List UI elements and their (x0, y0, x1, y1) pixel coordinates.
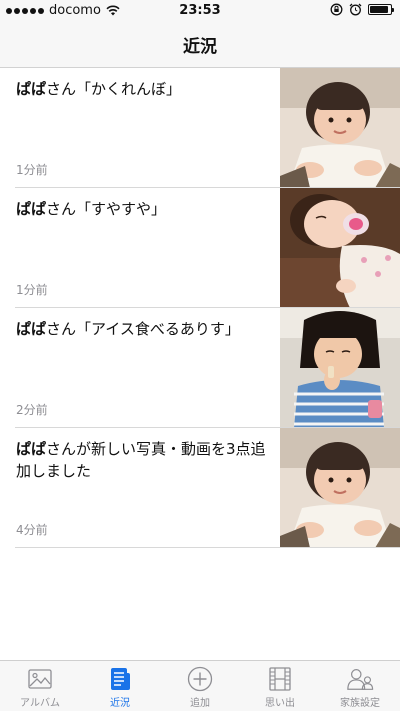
tab-memories-label: 思い出 (265, 698, 295, 709)
alarm-icon (349, 3, 362, 16)
feed-item-text: ぱぱさん「かくれんぼ」 (16, 78, 271, 100)
photo-album-icon (26, 666, 54, 692)
tab-newsfeed[interactable]: 近況 (80, 661, 160, 711)
family-people-icon (346, 666, 374, 692)
feed-item-text: ぱぱさん「アイス食べるありす」 (16, 318, 271, 340)
tab-bar: アルバム 近況 追加 思い出 家族設定 (0, 660, 400, 711)
girl-eating-ice-cream-photo[interactable] (280, 308, 400, 428)
baby-with-pacifier-photo[interactable] (280, 188, 400, 308)
navigation-bar: 近況 (0, 22, 400, 68)
tab-album[interactable]: アルバム (0, 661, 80, 711)
feed-item[interactable]: ぱぱさん「かくれんぼ」 1分前 (0, 68, 400, 188)
plus-circle-icon (186, 666, 214, 692)
status-bar: docomo 23:53 (0, 0, 400, 22)
status-bar-right (330, 3, 394, 16)
feed-item-message: さんが新しい写真・動画を3点追加しました (16, 440, 266, 480)
feed-item-author: ぱぱ (16, 320, 47, 338)
feed-item-author: ぱぱ (16, 440, 47, 458)
feed-item[interactable]: ぱぱさん「すやすや」 1分前 (0, 188, 400, 308)
film-strip-icon (266, 666, 294, 692)
feed-item-message: さん「すやすや」 (46, 200, 167, 218)
tab-newsfeed-label: 近況 (110, 698, 130, 709)
tab-memories[interactable]: 思い出 (240, 661, 320, 711)
feed-item-message: さん「アイス食べるありす」 (46, 320, 240, 338)
tab-add-label: 追加 (190, 698, 210, 709)
feed-item-time: 1分前 (16, 163, 48, 177)
feed-item-time: 2分前 (16, 403, 48, 417)
tab-family-settings[interactable]: 家族設定 (320, 661, 400, 711)
feed-item[interactable]: ぱぱさん「アイス食べるありす」 2分前 (0, 308, 400, 428)
tab-album-label: アルバム (20, 698, 60, 709)
tab-family-settings-label: 家族設定 (340, 698, 380, 709)
page-title: 近況 (183, 37, 217, 57)
toddler-crawling-photo[interactable] (280, 68, 400, 188)
battery-icon (368, 4, 394, 15)
feed-item-text: ぱぱさん「すやすや」 (16, 198, 271, 220)
feed-item-author: ぱぱ (16, 80, 47, 98)
feed-item[interactable]: ぱぱさんが新しい写真・動画を3点追加しました 4分前 (0, 428, 400, 548)
feed-item-message: さん「かくれんぼ」 (46, 80, 182, 98)
feed-item-time: 4分前 (16, 523, 48, 537)
toddler-crawling-photo[interactable] (280, 428, 400, 548)
tab-add[interactable]: 追加 (160, 661, 240, 711)
feed-list: ぱぱさん「かくれんぼ」 1分前 ぱぱさん「すやすや」 1分前 ぱぱさん「アイス食… (0, 68, 400, 548)
feed-item-author: ぱぱ (16, 200, 47, 218)
battery-level (370, 6, 388, 13)
rotation-lock-icon (330, 3, 343, 16)
feed-item-time: 1分前 (16, 283, 48, 297)
feed-item-text: ぱぱさんが新しい写真・動画を3点追加しました (16, 438, 271, 482)
newsfeed-icon (106, 666, 134, 692)
